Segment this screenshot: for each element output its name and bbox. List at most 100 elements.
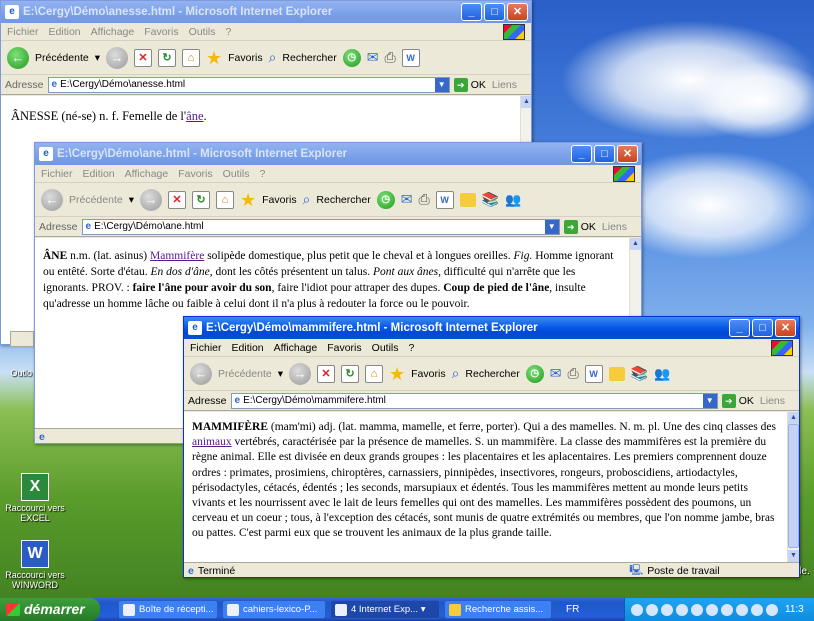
- go-button[interactable]: ➔ OK: [453, 77, 486, 92]
- title-bar[interactable]: e E:\Cergy\Démo\mammifere.html - Microso…: [184, 317, 799, 339]
- back-button-label[interactable]: Précédente: [35, 52, 89, 64]
- close-button[interactable]: ✕: [617, 145, 638, 163]
- desktop-icon-outlook-partial[interactable]: Outlo: [0, 368, 32, 378]
- folder-icon[interactable]: [459, 192, 476, 207]
- history-icon[interactable]: ◷: [525, 364, 544, 383]
- menu-fichier[interactable]: Fichier: [7, 26, 39, 38]
- tray-icon[interactable]: [721, 603, 733, 616]
- link-animaux[interactable]: animaux: [192, 436, 232, 448]
- minimize-button[interactable]: _: [461, 3, 482, 21]
- tray-icon[interactable]: [766, 603, 778, 616]
- taskbar-button-outlook[interactable]: Boîte de récepti...: [118, 600, 218, 619]
- search-icon[interactable]: ⌕: [303, 191, 311, 208]
- ie-window-mammifere[interactable]: e E:\Cergy\Démo\mammifere.html - Microso…: [183, 316, 800, 578]
- tray-icon[interactable]: [751, 603, 763, 616]
- back-arrow-icon[interactable]: ←: [41, 188, 63, 211]
- favorites-button[interactable]: Favoris: [262, 194, 296, 206]
- menu-outils[interactable]: Outils: [189, 26, 216, 38]
- close-button[interactable]: ✕: [507, 3, 528, 21]
- links-button[interactable]: Liens: [760, 395, 785, 407]
- mail-icon[interactable]: ✉: [550, 365, 562, 382]
- menu-edition[interactable]: Edition: [49, 26, 81, 38]
- maximize-button[interactable]: □: [752, 319, 773, 337]
- chevron-down-icon[interactable]: ▾: [129, 194, 134, 206]
- taskbar-button-search[interactable]: Recherche assis...: [444, 600, 552, 619]
- scrollbar[interactable]: ▲ ▼: [787, 412, 799, 562]
- back-button-label[interactable]: Précédente: [218, 368, 272, 380]
- print-icon[interactable]: ⎙: [567, 365, 578, 382]
- title-bar[interactable]: e E:\Cergy\Démo\ane.html - Microsoft Int…: [35, 143, 641, 165]
- stop-icon[interactable]: ✕: [168, 190, 186, 209]
- forward-arrow-icon[interactable]: →: [289, 362, 311, 385]
- search-icon[interactable]: ⌕: [452, 365, 460, 382]
- menu-help[interactable]: ?: [409, 342, 415, 354]
- chevron-down-icon[interactable]: ▼: [544, 219, 559, 234]
- chevron-down-icon[interactable]: ▼: [434, 77, 449, 92]
- back-arrow-icon[interactable]: ←: [7, 46, 29, 69]
- scroll-thumb[interactable]: [788, 424, 799, 548]
- refresh-icon[interactable]: ↻: [341, 364, 359, 383]
- title-bar[interactable]: e E:\Cergy\Démo\anesse.html - Microsoft …: [1, 1, 531, 23]
- links-button[interactable]: Liens: [492, 79, 517, 91]
- star-icon[interactable]: ★: [389, 365, 405, 383]
- stop-icon[interactable]: ✕: [134, 48, 152, 67]
- search-button[interactable]: Rechercher: [465, 368, 519, 380]
- messenger-icon[interactable]: 👥: [505, 192, 521, 208]
- menu-outils[interactable]: Outils: [223, 168, 250, 180]
- close-button[interactable]: ✕: [775, 319, 796, 337]
- menu-fichier[interactable]: Fichier: [41, 168, 73, 180]
- tray-icon[interactable]: [691, 603, 703, 616]
- taskbar-button-word[interactable]: cahiers-lexico-P...: [222, 600, 326, 619]
- refresh-icon[interactable]: ↻: [158, 48, 176, 67]
- links-button[interactable]: Liens: [602, 221, 627, 233]
- address-input[interactable]: e E:\Cergy\Démo\ane.html ▼: [81, 218, 560, 235]
- minimize-button[interactable]: _: [729, 319, 750, 337]
- home-icon[interactable]: ⌂: [216, 190, 234, 209]
- chevron-down-icon[interactable]: ▾: [278, 368, 283, 380]
- chevron-down-icon[interactable]: ▾: [95, 52, 100, 64]
- messenger-icon[interactable]: 👥: [654, 366, 670, 382]
- favorites-button[interactable]: Favoris: [411, 368, 445, 380]
- edit-icon[interactable]: W: [584, 364, 603, 383]
- edit-icon[interactable]: W: [435, 190, 454, 209]
- menu-fichier[interactable]: Fichier: [190, 342, 222, 354]
- search-button[interactable]: Rechercher: [316, 194, 370, 206]
- forward-arrow-icon[interactable]: →: [106, 46, 128, 69]
- maximize-button[interactable]: □: [594, 145, 615, 163]
- minimize-button[interactable]: _: [571, 145, 592, 163]
- menu-affichage[interactable]: Affichage: [91, 26, 135, 38]
- research-icon[interactable]: 📚: [482, 191, 499, 208]
- taskbar-button-ie-group[interactable]: 4 Internet Exp... ▾: [330, 600, 440, 619]
- clock[interactable]: 11:3: [785, 604, 804, 615]
- history-icon[interactable]: ◷: [376, 190, 395, 209]
- menu-affichage[interactable]: Affichage: [274, 342, 318, 354]
- print-icon[interactable]: ⎙: [384, 49, 395, 66]
- menu-favoris[interactable]: Favoris: [327, 342, 361, 354]
- mail-icon[interactable]: ✉: [401, 191, 413, 208]
- star-icon[interactable]: ★: [240, 191, 256, 209]
- menu-help[interactable]: ?: [226, 26, 232, 38]
- edit-icon[interactable]: W: [401, 48, 420, 67]
- desktop-icon-word[interactable]: W Raccourci vers WINWORD: [0, 540, 70, 590]
- refresh-icon[interactable]: ↻: [192, 190, 210, 209]
- scroll-down-icon[interactable]: ▼: [788, 550, 799, 562]
- menu-favoris[interactable]: Favoris: [144, 26, 178, 38]
- forward-arrow-icon[interactable]: →: [140, 188, 162, 211]
- menu-outils[interactable]: Outils: [372, 342, 399, 354]
- print-icon[interactable]: ⎙: [418, 191, 429, 208]
- search-button[interactable]: Rechercher: [282, 52, 336, 64]
- go-button[interactable]: ➔ OK: [563, 219, 596, 234]
- tray-icon[interactable]: [646, 603, 658, 616]
- back-button-label[interactable]: Précédente: [69, 194, 123, 206]
- go-button[interactable]: ➔ OK: [721, 393, 754, 408]
- mail-icon[interactable]: ✉: [367, 49, 379, 66]
- favorites-button[interactable]: Favoris: [228, 52, 262, 64]
- history-icon[interactable]: ◷: [342, 48, 361, 67]
- menu-affichage[interactable]: Affichage: [125, 168, 169, 180]
- back-arrow-icon[interactable]: ←: [190, 362, 212, 385]
- home-icon[interactable]: ⌂: [365, 364, 383, 383]
- tray-icon[interactable]: [631, 603, 643, 616]
- menu-edition[interactable]: Edition: [232, 342, 264, 354]
- folder-icon[interactable]: [608, 366, 625, 381]
- stop-icon[interactable]: ✕: [317, 364, 335, 383]
